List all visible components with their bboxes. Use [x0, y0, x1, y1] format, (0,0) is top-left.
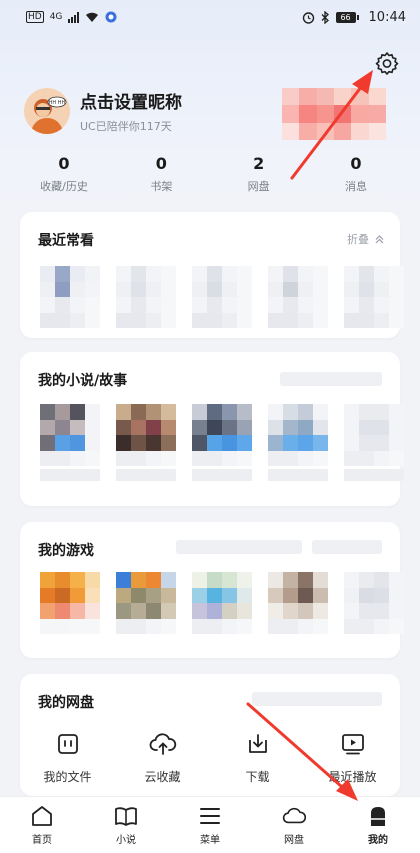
gear-icon [375, 52, 399, 75]
recent-item[interactable] [116, 266, 176, 328]
stats-row: 0 收藏/历史 0 书架 2 网盘 0 消息 [24, 154, 396, 194]
games-list [40, 572, 404, 634]
status-bar: HD 4G 66 10:44 [0, 0, 420, 34]
game-item[interactable] [344, 572, 404, 634]
stat-netdisk[interactable]: 2 网盘 [219, 154, 299, 194]
recent-item[interactable] [344, 266, 404, 328]
cloud-upload-icon [149, 733, 176, 755]
menu-icon [200, 808, 220, 824]
profile-section[interactable]: HH HH 点击设置昵称 UC已陪伴你117天 [24, 88, 182, 134]
stat-bookshelf[interactable]: 0 书架 [121, 154, 201, 194]
uc-app-icon [105, 11, 117, 23]
novels-title: 我的小说/故事 [38, 373, 128, 389]
recent-card: 最近常看 折叠 [20, 212, 404, 338]
novels-list [40, 404, 404, 481]
games-card: 我的游戏 [20, 522, 404, 658]
nav-novel[interactable]: 小说 [96, 804, 156, 846]
stat-messages[interactable]: 0 消息 [316, 154, 396, 194]
blurred-text [280, 372, 382, 386]
novels-card: 我的小说/故事 [20, 352, 404, 506]
nav-profile[interactable]: 我的 [348, 804, 408, 846]
netdisk-actions: 我的文件 云收藏 下载 最近播放 [20, 730, 400, 785]
recent-play-button[interactable]: 最近播放 [313, 730, 393, 785]
hd-badge: HD [26, 11, 44, 23]
cloud-favorites-button[interactable]: 云收藏 [123, 730, 203, 785]
network-type: 4G [49, 12, 63, 22]
blurred-banner [282, 88, 386, 140]
clock: 10:44 [368, 9, 406, 25]
blurred-text [312, 540, 382, 554]
alarm-icon [302, 11, 314, 24]
nav-menu[interactable]: 菜单 [180, 804, 240, 846]
netdisk-card: 我的网盘 我的文件 云收藏 下载 最近播放 [20, 674, 400, 796]
profile-icon [371, 807, 385, 826]
download-icon [248, 734, 267, 753]
cloud-icon [282, 807, 306, 824]
recent-item[interactable] [268, 266, 328, 328]
game-item[interactable] [40, 572, 100, 634]
file-icon [57, 734, 78, 754]
novel-item[interactable] [40, 404, 100, 481]
bluetooth-icon [321, 10, 329, 24]
signal-icon [68, 11, 80, 23]
book-icon [115, 807, 137, 826]
recent-title: 最近常看 [38, 233, 94, 249]
wifi-icon [86, 12, 99, 22]
novel-item[interactable] [192, 404, 252, 481]
avatar-bubble-text: HH HH [49, 100, 66, 106]
companion-days: UC已陪伴你117天 [80, 120, 172, 133]
bottom-nav: 首页 小说 菜单 网盘 我的 [0, 796, 420, 853]
nav-netdisk[interactable]: 网盘 [264, 804, 324, 846]
novel-item[interactable] [344, 404, 404, 481]
game-item[interactable] [116, 572, 176, 634]
novel-item[interactable] [268, 404, 328, 481]
nickname[interactable]: 点击设置昵称 [80, 88, 182, 113]
home-icon [32, 806, 52, 826]
stat-favorites-history[interactable]: 0 收藏/历史 [24, 154, 104, 194]
download-button[interactable]: 下载 [218, 730, 298, 785]
recent-item[interactable] [40, 266, 100, 328]
battery-icon: 66 [335, 11, 359, 23]
avatar[interactable]: HH HH [24, 88, 70, 134]
nav-home[interactable]: 首页 [12, 804, 72, 846]
settings-button[interactable] [374, 50, 400, 76]
play-screen-icon [341, 734, 364, 755]
chevron-up-icon [375, 234, 384, 243]
netdisk-title: 我的网盘 [38, 695, 94, 711]
recent-item[interactable] [192, 266, 252, 328]
novel-item[interactable] [116, 404, 176, 481]
fold-button[interactable]: 折叠 [347, 231, 384, 247]
blurred-text [252, 692, 382, 706]
game-item[interactable] [192, 572, 252, 634]
my-files-button[interactable]: 我的文件 [28, 730, 108, 785]
recent-list [40, 266, 404, 328]
games-title: 我的游戏 [38, 543, 94, 559]
game-item[interactable] [268, 572, 328, 634]
blurred-text [176, 540, 302, 554]
